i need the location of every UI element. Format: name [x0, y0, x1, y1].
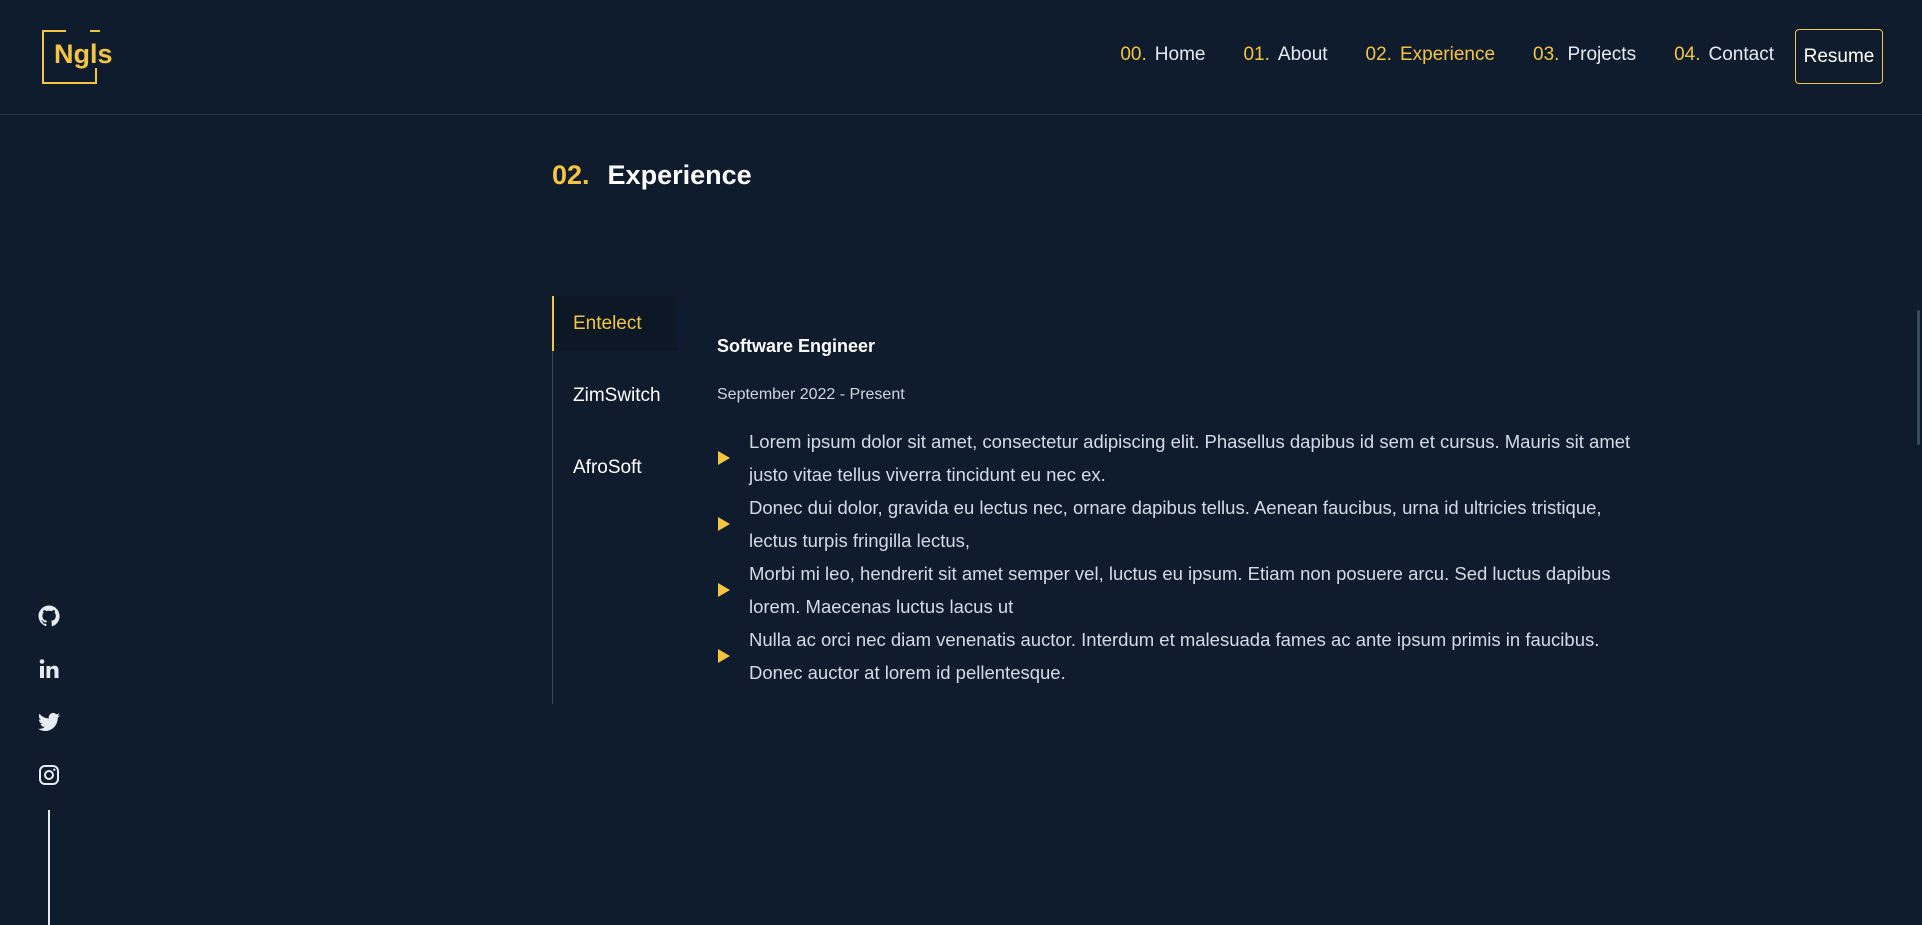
site-logo[interactable]: Ngls	[42, 30, 114, 84]
nav-label: About	[1277, 44, 1328, 65]
nav-experience[interactable]: 02. Experience	[1366, 44, 1495, 66]
nav-home[interactable]: 00. Home	[1120, 44, 1205, 66]
bullet-text: Lorem ipsum dolor sit amet, consectetur …	[749, 431, 1631, 485]
scrollbar[interactable]	[1917, 310, 1920, 445]
nav-projects[interactable]: 03. Projects	[1533, 44, 1636, 66]
tab-afrosoft[interactable]: AfroSoft	[553, 440, 677, 495]
company-tabs: Entelect ZimSwitch AfroSoft	[552, 296, 677, 704]
nav-number: 04.	[1674, 44, 1701, 65]
nav-contact[interactable]: 04. Contact	[1674, 44, 1774, 66]
bullet-text: Morbi mi leo, hendrerit sit amet semper …	[749, 563, 1611, 617]
triangle-bullet-icon	[718, 451, 730, 465]
list-item: Morbi mi leo, hendrerit sit amet semper …	[717, 557, 1639, 623]
resume-button[interactable]: Resume	[1795, 29, 1883, 84]
nav-about[interactable]: 01. About	[1243, 44, 1327, 66]
list-item: Nulla ac orci nec diam venenatis auctor.…	[717, 623, 1639, 689]
section-number: 02.	[552, 160, 590, 190]
social-links	[37, 604, 63, 816]
triangle-bullet-icon	[718, 649, 730, 663]
page: Ngls 00. Home 01. About 02. Experience 0…	[0, 0, 1922, 925]
bullet-text: Donec dui dolor, gravida eu lectus nec, …	[749, 497, 1602, 551]
nav-label: Contact	[1708, 44, 1774, 65]
job-dates: September 2022 - Present	[717, 386, 905, 403]
site-header: Ngls 00. Home 01. About 02. Experience 0…	[0, 0, 1922, 115]
list-item: Lorem ipsum dolor sit amet, consectetur …	[717, 425, 1639, 491]
job-title: Software Engineer	[717, 336, 876, 356]
nav-number: 00.	[1120, 44, 1147, 65]
tab-zimswitch[interactable]: ZimSwitch	[553, 368, 677, 423]
bullet-text: Nulla ac orci nec diam venenatis auctor.…	[749, 629, 1600, 683]
tab-entelect[interactable]: Entelect	[552, 296, 677, 351]
nav-label: Home	[1154, 44, 1206, 65]
section-heading: 02. Experience	[552, 160, 752, 191]
instagram-icon[interactable]	[37, 763, 61, 787]
main-nav: 00. Home 01. About 02. Experience 03. Pr…	[1120, 42, 1774, 68]
nav-number: 01.	[1243, 44, 1270, 65]
triangle-bullet-icon	[718, 583, 730, 597]
nav-number: 02.	[1365, 44, 1392, 65]
triangle-bullet-icon	[718, 517, 730, 531]
github-icon[interactable]	[37, 604, 61, 628]
nav-number: 03.	[1533, 44, 1560, 65]
linkedin-icon[interactable]	[37, 657, 61, 681]
social-divider-line	[48, 810, 50, 925]
logo-text: Ngls	[54, 39, 113, 69]
twitter-icon[interactable]	[37, 710, 61, 734]
section-title: Experience	[607, 160, 752, 190]
list-item: Donec dui dolor, gravida eu lectus nec, …	[717, 491, 1639, 557]
nav-label: Experience	[1399, 44, 1496, 65]
nav-label: Projects	[1567, 44, 1637, 65]
job-panel: Software Engineer September 2022 - Prese…	[717, 336, 1630, 689]
job-bullets: Lorem ipsum dolor sit amet, consectetur …	[717, 425, 1630, 689]
